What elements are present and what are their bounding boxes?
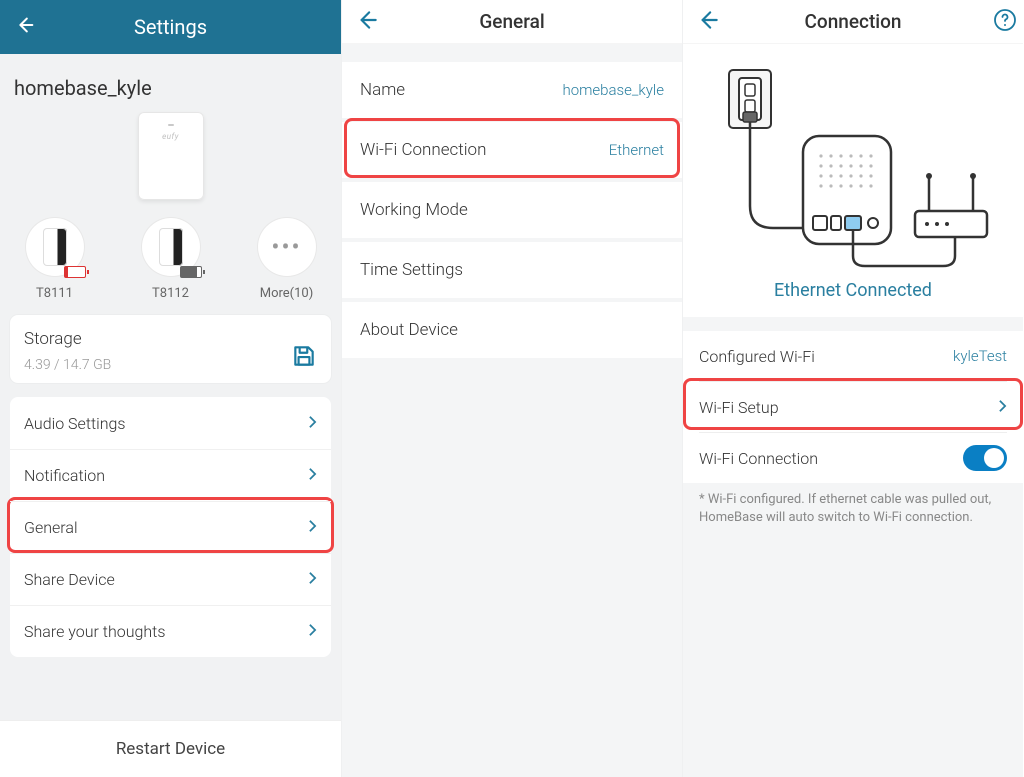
battery-full-icon: [180, 266, 202, 278]
restart-button[interactable]: Restart Device: [0, 721, 341, 777]
page-title: General: [479, 10, 544, 33]
connection-screen: Connection: [682, 0, 1023, 777]
chevron-right-icon: [998, 398, 1007, 417]
back-icon[interactable]: [354, 7, 380, 37]
device-label: T8111: [36, 286, 73, 301]
row-value: homebase_kyle: [562, 81, 664, 99]
connection-header: Connection: [683, 0, 1023, 44]
help-icon[interactable]: [993, 8, 1017, 36]
wifi-note: * Wi-Fi configured. If ethernet cable wa…: [683, 483, 1023, 527]
share-thoughts-row[interactable]: Share your thoughts: [10, 605, 331, 657]
row-label: Time Settings: [360, 260, 463, 280]
row-value: kyleTest: [953, 347, 1007, 365]
general-row[interactable]: General: [10, 501, 331, 553]
time-settings-row[interactable]: Time Settings: [342, 242, 682, 298]
row-label: Configured Wi-Fi: [699, 347, 815, 366]
page-title: Settings: [134, 15, 207, 39]
connection-list: Configured Wi-Fi kyleTest Wi-Fi Setup Wi…: [683, 331, 1023, 483]
row-label: Notification: [24, 466, 105, 485]
device-grid: T8111 T8112 ••• More(10): [0, 218, 341, 301]
back-icon[interactable]: [14, 14, 36, 40]
row-label: Wi-Fi Setup: [699, 398, 779, 417]
page-title: Connection: [805, 10, 902, 33]
device-item[interactable]: T8111: [15, 218, 95, 301]
ethernet-illustration-icon: [703, 56, 1003, 276]
row-label: Name: [360, 80, 405, 100]
row-value: Ethernet: [609, 141, 664, 159]
working-mode-row[interactable]: Working Mode: [342, 182, 682, 238]
storage-value: 4.39 / 14.7 GB: [24, 357, 317, 373]
more-label: More(10): [260, 286, 314, 301]
row-label: Wi-Fi Connection: [360, 140, 486, 160]
more-devices[interactable]: ••• More(10): [247, 218, 327, 301]
chevron-right-icon: [308, 570, 317, 589]
wifi-setup-row[interactable]: Wi-Fi Setup: [683, 382, 1023, 432]
settings-screen: Settings homebase_kyle T8111 T8112 ••• M…: [0, 0, 341, 777]
notification-row[interactable]: Notification: [10, 449, 331, 501]
name-row[interactable]: Name homebase_kyle: [342, 62, 682, 118]
general-screen: General Name homebase_kyle Wi-Fi Connect…: [341, 0, 682, 777]
device-item[interactable]: T8112: [131, 218, 211, 301]
row-label: General: [24, 518, 78, 537]
device-name: homebase_kyle: [0, 54, 341, 106]
settings-list: Audio Settings Notification General Shar…: [10, 397, 331, 657]
row-label: Audio Settings: [24, 414, 126, 433]
general-header: General: [342, 0, 682, 44]
row-label: Share your thoughts: [24, 622, 165, 641]
restart-label: Restart Device: [116, 739, 225, 759]
chevron-right-icon: [308, 622, 317, 641]
storage-title: Storage: [24, 329, 317, 349]
connection-status: Ethernet Connected: [683, 280, 1023, 301]
chevron-right-icon: [308, 518, 317, 537]
audio-settings-row[interactable]: Audio Settings: [10, 397, 331, 449]
save-icon: [291, 343, 317, 373]
configured-wifi-row[interactable]: Configured Wi-Fi kyleTest: [683, 331, 1023, 381]
settings-header: Settings: [0, 0, 341, 54]
storage-card[interactable]: Storage 4.39 / 14.7 GB: [10, 315, 331, 383]
row-label: About Device: [360, 320, 458, 340]
device-label: T8112: [152, 286, 189, 301]
chevron-right-icon: [308, 414, 317, 433]
about-device-row[interactable]: About Device: [342, 302, 682, 358]
row-label: Working Mode: [360, 200, 468, 220]
back-icon[interactable]: [695, 7, 721, 37]
share-device-row[interactable]: Share Device: [10, 553, 331, 605]
wifi-connection-toggle-row[interactable]: Wi-Fi Connection: [683, 433, 1023, 483]
chevron-right-icon: [308, 466, 317, 485]
toggle-on-icon[interactable]: [963, 445, 1007, 471]
wifi-connection-row[interactable]: Wi-Fi Connection Ethernet: [342, 122, 682, 178]
connection-illustration: Ethernet Connected: [683, 44, 1023, 317]
row-label: Share Device: [24, 570, 115, 589]
battery-low-icon: [64, 266, 86, 278]
row-label: Wi-Fi Connection: [699, 449, 818, 468]
homebase-image: [0, 106, 341, 206]
more-icon: •••: [258, 218, 316, 276]
general-list: Name homebase_kyle Wi-Fi Connection Ethe…: [342, 62, 682, 358]
